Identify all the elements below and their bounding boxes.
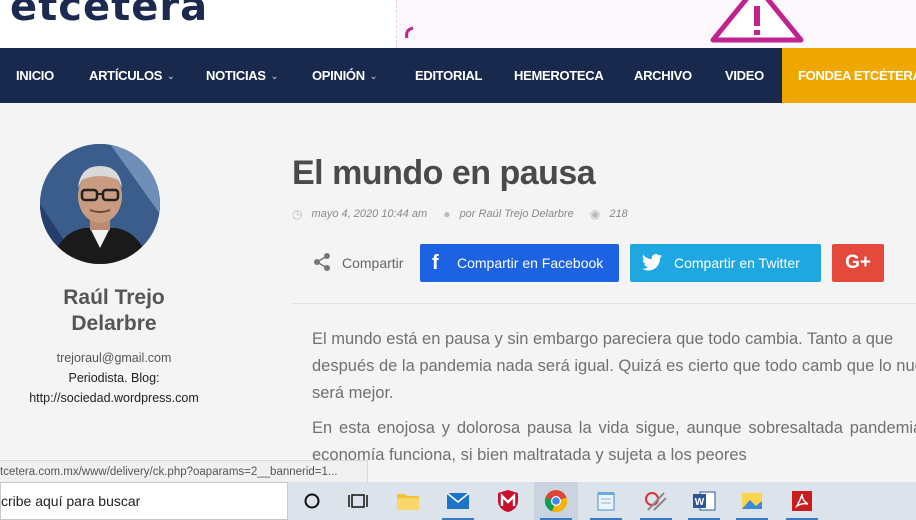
- nav-label: HEMEROTECA: [514, 68, 604, 83]
- acrobat-icon[interactable]: [780, 482, 824, 520]
- share-twitter-label: Compartir en Twitter: [674, 255, 800, 271]
- site-header: etcetera: [0, 0, 916, 48]
- page: etcetera INICIO ARTÍCULOS ⌄ NOTICIAS ⌄ OPI…: [0, 0, 916, 520]
- nav-item-editorial[interactable]: EDITORIAL: [415, 48, 482, 103]
- nav-label: OPINIÓN: [312, 68, 365, 83]
- notepad-icon[interactable]: [584, 482, 628, 520]
- author-blog-link[interactable]: http://sociedad.wordpress.com: [0, 388, 228, 408]
- share-gplus-button[interactable]: G+: [832, 244, 884, 282]
- notepad-glyph: [597, 492, 615, 511]
- chevron-down-icon: ⌄: [270, 71, 279, 81]
- mcafee-icon[interactable]: [486, 482, 530, 520]
- mail-glyph: [446, 492, 470, 509]
- share-section: Compartir: [312, 252, 403, 272]
- ad-swirl-icon: [405, 26, 414, 39]
- nav-item-inicio[interactable]: INICIO: [16, 48, 54, 103]
- nav-item-video[interactable]: VIDEO: [725, 48, 764, 103]
- word-icon[interactable]: W: [682, 482, 726, 520]
- article-date: mayo 4, 2020 10:44 am: [311, 208, 428, 220]
- chrome-glyph: [544, 490, 568, 513]
- warning-icon: [710, 0, 804, 43]
- acrobat-glyph: [792, 491, 812, 511]
- nav-item-opinion[interactable]: OPINIÓN ⌄: [312, 48, 377, 103]
- author-photo: [40, 144, 160, 264]
- snip-glyph: [645, 492, 667, 511]
- ad-banner[interactable]: [396, 0, 916, 48]
- snipping-icon[interactable]: [634, 482, 678, 520]
- task-view-glyph: [348, 494, 368, 508]
- article-title: El mundo en pausa: [292, 154, 596, 192]
- share-label: Compartir: [342, 255, 404, 271]
- chrome-icon[interactable]: [534, 482, 578, 520]
- photos-glyph: [742, 493, 762, 509]
- clock-icon: ◷: [292, 207, 303, 221]
- gplus-icon: G+: [845, 252, 871, 273]
- taskbar-search-input[interactable]: cribe aquí para buscar: [0, 482, 288, 520]
- nav-label: INICIO: [16, 68, 54, 83]
- author-info: trejoraul@gmail.com Periodista. Blog: ht…: [0, 348, 228, 408]
- folder-glyph: [397, 494, 419, 510]
- task-view-icon[interactable]: [336, 482, 380, 520]
- word-glyph: W: [693, 491, 716, 511]
- nav-item-archivo[interactable]: ARCHIVO: [634, 48, 692, 103]
- share-twitter-button[interactable]: Compartir en Twitter: [630, 244, 821, 282]
- author-bio-line: Periodista. Blog:: [68, 371, 160, 385]
- share-icon: [314, 253, 330, 271]
- nav-label: ARCHIVO: [634, 68, 692, 83]
- file-explorer-icon[interactable]: [386, 482, 430, 520]
- article-paragraph: En esta enojosa y dolorosa pausa la vida…: [312, 419, 916, 464]
- article-byline[interactable]: por Raúl Trejo Delarbre: [460, 208, 574, 220]
- nav-item-hemeroteca[interactable]: HEMEROTECA: [514, 48, 604, 103]
- author-name: Raúl Trejo Delarbre: [0, 285, 228, 337]
- taskbar: cribe aquí para buscar W: [0, 482, 916, 520]
- twitter-icon: [641, 254, 663, 271]
- facebook-icon: f: [432, 252, 439, 274]
- author-avatar[interactable]: [40, 144, 160, 264]
- nav-label: NOTICIAS: [206, 68, 266, 83]
- svg-text:W: W: [695, 497, 705, 508]
- status-bar-url: tcetera.com.mx/www/delivery/ck.php?oapar…: [0, 460, 368, 482]
- author-name-text: Raúl Trejo Delarbre: [63, 286, 165, 335]
- mail-icon[interactable]: [436, 482, 480, 520]
- main-nav: INICIO ARTÍCULOS ⌄ NOTICIAS ⌄ OPINIÓN ⌄ EDI…: [0, 48, 916, 103]
- chevron-down-icon: ⌄: [369, 71, 378, 81]
- cortana-circle: [304, 493, 320, 509]
- user-icon: ●: [443, 207, 451, 221]
- article-paragraph: El mundo está en pausa y sin embargo par…: [312, 330, 916, 402]
- share-facebook-button[interactable]: f Compartir en Facebook: [420, 244, 619, 282]
- eye-icon: ◉: [589, 207, 601, 221]
- fondea-button[interactable]: FONDEA ETCÉTERA: [782, 48, 916, 103]
- site-logo[interactable]: etcetera: [10, 0, 208, 30]
- article-views: 218: [609, 208, 628, 220]
- photos-icon[interactable]: [730, 482, 774, 520]
- nav-label: ARTÍCULOS: [89, 68, 163, 83]
- nav-item-articulos[interactable]: ARTÍCULOS ⌄: [89, 48, 175, 103]
- author-email: trejoraul@gmail.com: [56, 351, 172, 365]
- share-facebook-label: Compartir en Facebook: [457, 255, 604, 271]
- article-meta: ◷ mayo 4, 2020 10:44 am ● por Raúl Trejo…: [292, 207, 628, 221]
- chevron-down-icon: ⌄: [167, 71, 175, 81]
- nav-item-noticias[interactable]: NOTICIAS ⌄: [206, 48, 278, 103]
- shield-glyph: [498, 490, 518, 512]
- content-divider: [292, 303, 916, 304]
- nav-label: VIDEO: [725, 68, 764, 83]
- cortana-icon[interactable]: [290, 482, 334, 520]
- nav-label: EDITORIAL: [415, 68, 483, 83]
